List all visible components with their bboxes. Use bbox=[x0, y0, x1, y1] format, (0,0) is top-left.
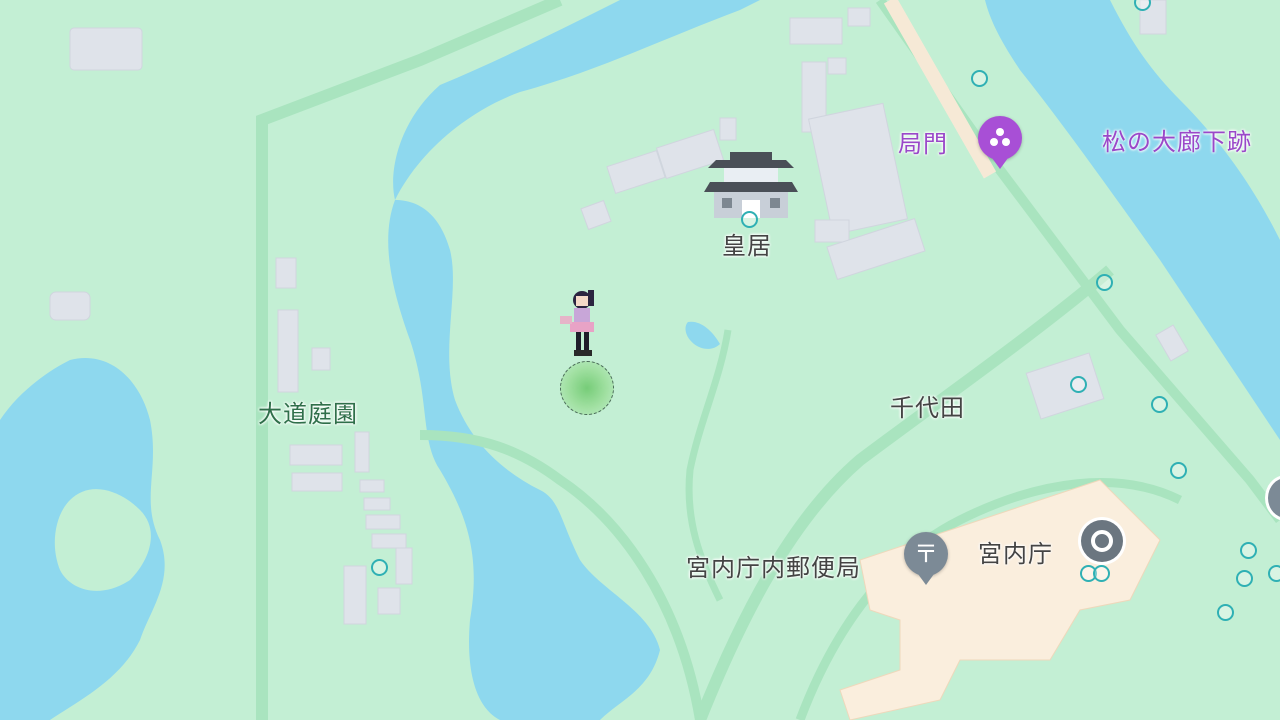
poi-dot[interactable] bbox=[1236, 570, 1253, 587]
label-matsu-no-oroka[interactable]: 松の大廊下跡 bbox=[1102, 122, 1252, 157]
government-office-icon-inner bbox=[1091, 530, 1113, 552]
poi-dot[interactable] bbox=[1151, 396, 1168, 413]
location-accuracy-circle bbox=[560, 361, 614, 415]
government-office-icon[interactable] bbox=[1081, 520, 1123, 562]
poi-dot[interactable] bbox=[971, 70, 988, 87]
poi-dot[interactable] bbox=[1093, 565, 1110, 582]
kunaicho-building bbox=[839, 479, 1161, 720]
post-symbol: 〒 bbox=[914, 540, 938, 568]
pond-small bbox=[685, 321, 720, 349]
map-canvas[interactable] bbox=[0, 0, 1280, 720]
label-post-office[interactable]: 宮内庁内郵便局 bbox=[686, 548, 861, 583]
poi-dot[interactable] bbox=[1217, 604, 1234, 621]
label-kunaicho[interactable]: 宮内庁 bbox=[978, 534, 1053, 569]
poi-dot[interactable] bbox=[371, 559, 388, 576]
avatar-icon[interactable] bbox=[556, 286, 604, 362]
post-office-icon[interactable]: 〒 bbox=[904, 532, 948, 576]
castle-icon[interactable] bbox=[702, 146, 800, 220]
poi-dot[interactable] bbox=[1170, 462, 1187, 479]
label-kokyo[interactable]: 皇居 bbox=[722, 226, 772, 261]
poi-dot[interactable] bbox=[1070, 376, 1087, 393]
label-chiyoda: 千代田 bbox=[890, 394, 965, 422]
poi-dot[interactable] bbox=[1268, 565, 1280, 582]
shapes-icon bbox=[990, 128, 1010, 146]
poi-dot[interactable] bbox=[1096, 274, 1113, 291]
poi-dot[interactable] bbox=[1240, 542, 1257, 559]
label-kyokumon[interactable]: 局門 bbox=[898, 124, 948, 159]
attraction-pin-icon[interactable] bbox=[978, 116, 1022, 160]
label-omichi-teien[interactable]: 大道庭園 bbox=[258, 394, 358, 429]
